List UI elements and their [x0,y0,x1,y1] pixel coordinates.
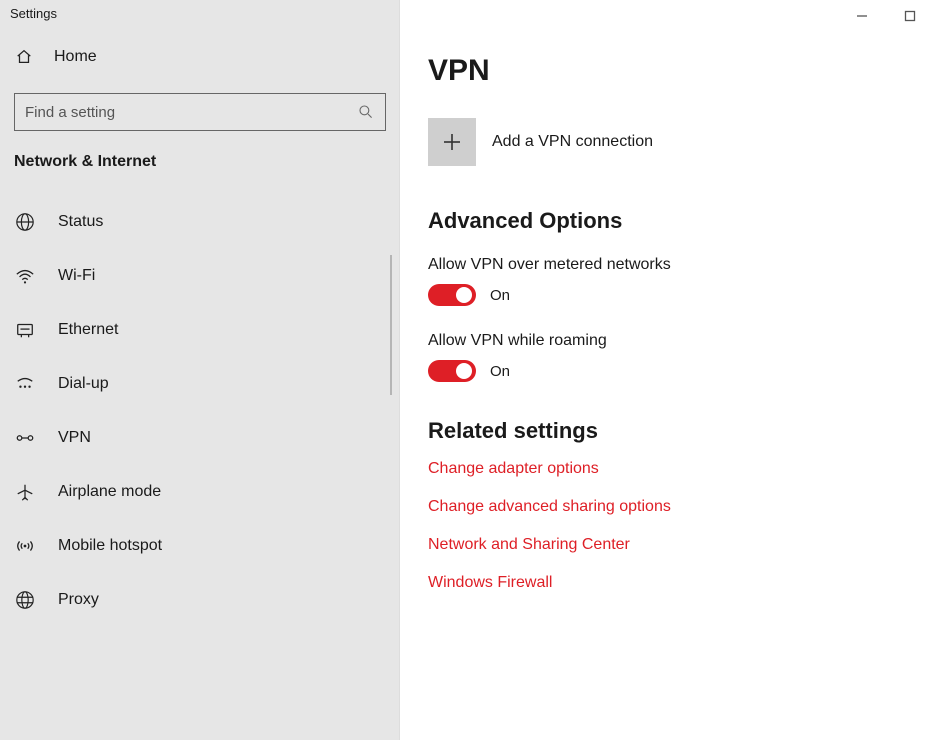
status-icon [14,211,36,233]
sidebar-item-proxy[interactable]: Proxy [0,573,400,627]
window-controls [852,6,920,26]
sidebar-item-label: VPN [58,429,91,447]
plus-icon [428,118,476,166]
add-vpn-label: Add a VPN connection [492,133,653,151]
sidebar-item-hotspot[interactable]: Mobile hotspot [0,519,400,573]
vpn-icon [14,427,36,449]
proxy-icon [14,589,36,611]
ethernet-icon [14,319,36,341]
toggle-state-label: On [490,287,510,304]
sidebar-item-ethernet[interactable]: Ethernet [0,303,400,357]
sidebar-category: Network & Internet [0,153,400,195]
page-title: VPN [428,54,902,88]
sidebar-item-label: Ethernet [58,321,118,339]
sidebar-item-label: Dial-up [58,375,109,393]
sidebar-item-status[interactable]: Status [0,195,400,249]
sidebar-item-label: Status [58,213,103,231]
toggle-metered[interactable] [428,284,476,306]
sidebar-nav: Status Wi-Fi Ethernet [0,195,400,627]
main-content: VPN Add a VPN connection Advanced Option… [400,0,930,740]
related-settings-heading: Related settings [428,418,902,444]
hotspot-icon [14,535,36,557]
sidebar-item-label: Mobile hotspot [58,537,162,555]
setting-label: Allow VPN while roaming [428,332,902,350]
setting-metered: Allow VPN over metered networks On [428,256,902,306]
sidebar-item-vpn[interactable]: VPN [0,411,400,465]
sidebar-item-label: Airplane mode [58,483,161,501]
sidebar-item-label: Proxy [58,591,99,609]
sidebar-item-wifi[interactable]: Wi-Fi [0,249,400,303]
search-icon [357,103,375,121]
sidebar-home[interactable]: Home [0,41,400,75]
toggle-roaming[interactable] [428,360,476,382]
link-adapter-options[interactable]: Change adapter options [428,460,902,478]
sidebar-item-dialup[interactable]: Dial-up [0,357,400,411]
wifi-icon [14,265,36,287]
airplane-icon [14,481,36,503]
window-title: Settings [0,0,400,41]
link-network-sharing-center[interactable]: Network and Sharing Center [428,536,902,554]
home-icon [14,47,34,67]
sidebar-scrollbar[interactable] [390,255,392,395]
search-input[interactable] [25,104,349,121]
link-windows-firewall[interactable]: Windows Firewall [428,574,902,592]
setting-label: Allow VPN over metered networks [428,256,902,274]
sidebar: Settings Home Network & Internet [0,0,400,740]
toggle-state-label: On [490,363,510,380]
sidebar-home-label: Home [54,48,97,66]
sidebar-item-label: Wi-Fi [58,267,95,285]
link-advanced-sharing[interactable]: Change advanced sharing options [428,498,902,516]
setting-roaming: Allow VPN while roaming On [428,332,902,382]
advanced-options-heading: Advanced Options [428,208,902,234]
add-vpn-button[interactable]: Add a VPN connection [428,118,902,166]
search-input-container[interactable] [14,93,386,131]
minimize-button[interactable] [852,6,872,26]
related-settings: Related settings Change adapter options … [428,418,902,592]
dialup-icon [14,373,36,395]
maximize-button[interactable] [900,6,920,26]
sidebar-item-airplane[interactable]: Airplane mode [0,465,400,519]
